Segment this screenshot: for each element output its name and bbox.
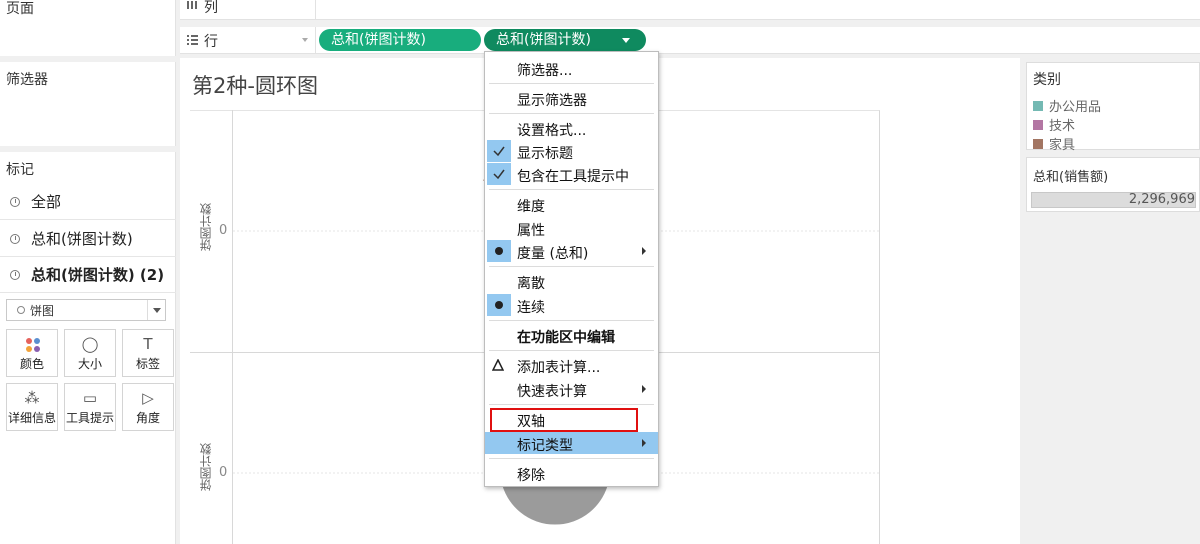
label-button[interactable]: T 标签 <box>122 329 174 377</box>
legend-item-furniture[interactable]: 家具 <box>1033 134 1075 153</box>
legend-item-office[interactable]: 办公用品 <box>1033 96 1101 115</box>
chevron-down-icon[interactable] <box>302 38 308 42</box>
tooltip-button[interactable]: ▭ 工具提示 <box>64 383 116 431</box>
highlight-box <box>490 408 638 432</box>
mark-type-dropdown[interactable]: 饼图 <box>6 299 166 321</box>
legend-label: 办公用品 <box>1049 100 1102 115</box>
delta-icon <box>492 359 504 371</box>
mark-card-label: 全部 <box>31 193 62 211</box>
submenu-arrow-icon <box>642 247 646 255</box>
menu-item-measure-sum[interactable]: 度量 (总和) <box>485 240 658 262</box>
menu-item-include-tooltip[interactable]: 包含在工具提示中 <box>485 163 658 185</box>
mark-card-label: 总和(饼图计数) (2) <box>31 266 165 284</box>
caret-down-icon[interactable] <box>622 38 630 43</box>
radio-dot-icon <box>487 240 511 262</box>
size-legend-value: 2,296,969 <box>1128 192 1195 207</box>
tooltip-icon: ▭ <box>82 389 98 407</box>
rows-shelf[interactable]: 行 总和(饼图计数) 总和(饼图计数) <box>180 27 1200 54</box>
button-label: 工具提示 <box>65 411 114 425</box>
row-pill-pie-count-2[interactable]: 总和(饼图计数) <box>484 29 646 51</box>
menu-item-mark-type[interactable]: 标记类型 <box>485 432 658 454</box>
menu-item-format[interactable]: 设置格式... <box>485 117 658 139</box>
category-legend[interactable]: 类别 办公用品 技术 家具 <box>1026 62 1200 153</box>
menu-item-filter[interactable]: 筛选器... <box>485 57 658 79</box>
legend-label: 技术 <box>1049 119 1076 134</box>
color-button[interactable]: 颜色 <box>6 329 58 377</box>
submenu-arrow-icon <box>642 385 646 393</box>
menu-item-edit-in-shelf[interactable]: 在功能区中编辑 <box>485 324 658 346</box>
legend-item-technology[interactable]: 技术 <box>1033 115 1075 134</box>
detail-icon: ⁂ <box>24 389 40 407</box>
sheet-title: 第2种-圆环图 <box>192 74 318 98</box>
button-label: 标签 <box>135 357 160 371</box>
menu-item-quick-table-calc[interactable]: 快速表计算 <box>485 378 658 400</box>
pill-label: 总和(饼图计数) <box>331 32 426 48</box>
menu-item-add-table-calc[interactable]: 添加表计算... <box>485 354 658 376</box>
legend-swatch <box>1033 138 1043 149</box>
menu-item-show-filter[interactable]: 显示筛选器 <box>485 87 658 109</box>
size-legend[interactable]: 总和(销售额) 2,296,969 <box>1026 157 1200 212</box>
pie-icon <box>17 306 25 314</box>
mark-type-value: 饼图 <box>30 303 55 318</box>
columns-shelf-label: 列 <box>180 0 316 19</box>
label-icon: T <box>143 335 153 353</box>
pill-context-menu: 筛选器... 显示筛选器 设置格式... 显示标题 包含在工具提示中 维度 属性… <box>484 51 659 487</box>
size-icon: ◯ <box>81 335 99 353</box>
legend-swatch <box>1033 100 1043 111</box>
angle-icon: ▷ <box>142 389 154 407</box>
size-button[interactable]: ◯ 大小 <box>64 329 116 377</box>
clock-icon <box>10 269 20 280</box>
clock-icon <box>10 196 20 207</box>
columns-label: 列 <box>204 0 218 16</box>
menu-item-dimension[interactable]: 维度 <box>485 193 658 215</box>
clock-icon <box>10 233 20 244</box>
legend-label: 家具 <box>1049 138 1076 153</box>
pages-panel: 页面 <box>0 0 176 56</box>
menu-item-continuous[interactable]: 连续 <box>485 294 658 316</box>
pages-title: 页面 <box>6 1 34 17</box>
pill-label: 总和(饼图计数) <box>496 32 591 48</box>
menu-item-remove[interactable]: 移除 <box>485 462 658 484</box>
mark-card-pie-count[interactable]: 总和(饼图计数) <box>0 221 176 257</box>
legend-title: 类别 <box>1033 72 1061 88</box>
menu-item-dual-axis[interactable]: 双轴 <box>485 408 658 432</box>
checkmark-icon <box>487 163 511 185</box>
button-label: 大小 <box>77 357 102 371</box>
angle-button[interactable]: ▷ 角度 <box>122 383 174 431</box>
button-label: 角度 <box>135 411 160 425</box>
detail-button[interactable]: ⁂ 详细信息 <box>6 383 58 431</box>
mark-card-all[interactable]: 全部 <box>0 184 176 220</box>
rows-icon <box>187 35 198 45</box>
mark-card-label: 总和(饼图计数) <box>31 230 133 248</box>
menu-item-discrete[interactable]: 离散 <box>485 270 658 292</box>
submenu-arrow-icon <box>642 439 646 447</box>
columns-shelf[interactable]: 列 <box>180 0 1200 20</box>
mark-card-pie-count-2[interactable]: 总和(饼图计数) (2) <box>0 257 176 293</box>
y-tick-top: 0 <box>219 223 228 238</box>
y-axis-title-top: 饼图计数 <box>199 203 213 251</box>
marks-title: 标记 <box>6 162 34 178</box>
row-pill-pie-count[interactable]: 总和(饼图计数) <box>319 29 481 51</box>
column-divider <box>176 0 180 544</box>
checkmark-icon <box>487 140 511 162</box>
size-legend-title: 总和(销售额) <box>1033 170 1109 185</box>
button-label: 详细信息 <box>7 411 56 425</box>
radio-dot-icon <box>487 294 511 316</box>
menu-item-attribute[interactable]: 属性 <box>485 217 658 239</box>
filters-title: 筛选器 <box>6 72 48 88</box>
y-tick-bottom: 0 <box>219 465 228 480</box>
filters-panel[interactable]: 筛选器 <box>0 62 176 146</box>
columns-icon <box>187 1 197 9</box>
button-label: 颜色 <box>19 357 44 371</box>
rows-shelf-label: 行 <box>180 27 316 53</box>
menu-item-show-header[interactable]: 显示标题 <box>485 140 658 162</box>
rows-label: 行 <box>204 34 218 50</box>
legend-swatch <box>1033 119 1043 130</box>
color-icon <box>26 338 40 352</box>
left-sidebar: 页面 筛选器 标记 全部 总和(饼图计数) 总和(饼图计数) (2) 饼图 颜色… <box>0 0 176 544</box>
chevron-down-icon[interactable] <box>147 300 165 320</box>
y-axis-title-bottom: 饼图计数 <box>199 443 213 491</box>
